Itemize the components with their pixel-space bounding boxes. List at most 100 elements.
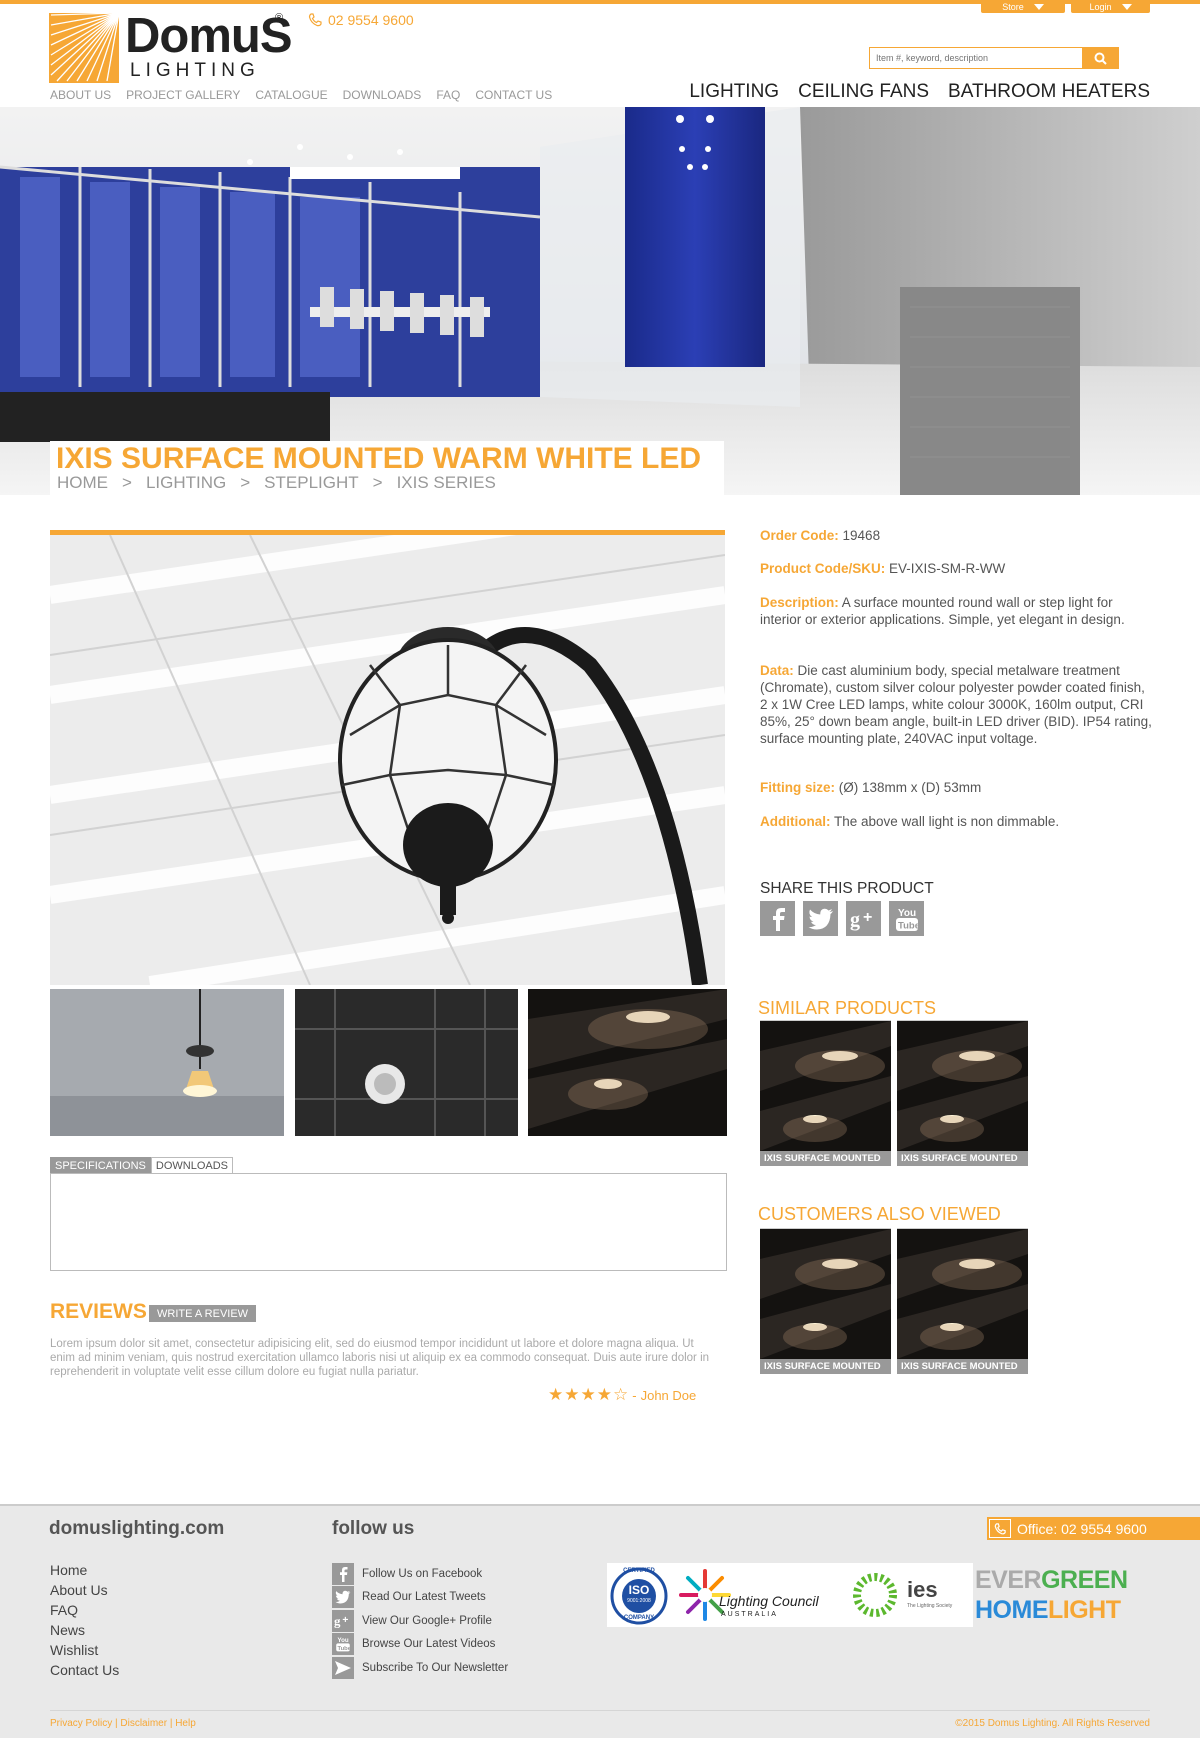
store-label: Store bbox=[1002, 1, 1024, 12]
footer-link-wishlist[interactable]: Wishlist bbox=[50, 1640, 119, 1660]
tab-specifications[interactable]: SPECIFICATIONS bbox=[50, 1157, 151, 1174]
main-nav: LIGHTING CEILING FANS BATHROOM HEATERS bbox=[689, 81, 1150, 103]
also-viewed-product-card[interactable]: IXIS SURFACE MOUNTED bbox=[897, 1228, 1028, 1374]
partner-logos: CERTIFIED ISO 9001:2008 COMPANY Lighting… bbox=[607, 1563, 973, 1627]
breadcrumb-home[interactable]: HOME bbox=[57, 473, 108, 493]
footer-link-news[interactable]: News bbox=[50, 1620, 119, 1640]
follow-twitter[interactable]: Read Our Latest Tweets bbox=[332, 1586, 508, 1610]
breadcrumb-lighting[interactable]: LIGHTING bbox=[146, 473, 226, 493]
nav-faq[interactable]: FAQ bbox=[436, 88, 460, 102]
additional-value: The above wall light is non dimmable. bbox=[834, 814, 1060, 829]
nav-ceiling-fans[interactable]: CEILING FANS bbox=[798, 81, 929, 103]
youtube-icon: You Tube bbox=[332, 1633, 354, 1656]
follow-label: Read Our Latest Tweets bbox=[362, 1591, 486, 1604]
footer-link-contact-us[interactable]: Contact Us bbox=[50, 1660, 119, 1680]
customers-also-viewed-heading: CUSTOMERS ALSO VIEWED bbox=[758, 1204, 1001, 1224]
dropdown-arrow-icon bbox=[1033, 3, 1044, 10]
breadcrumb-separator: > bbox=[122, 473, 132, 492]
facebook-icon[interactable] bbox=[760, 901, 795, 936]
phone-number: 02 9554 9600 bbox=[328, 12, 414, 28]
office-phone[interactable]: Office: 02 9554 9600 bbox=[987, 1517, 1200, 1540]
login-dropdown[interactable]: Login bbox=[1071, 0, 1150, 13]
follow-label: View Our Google+ Profile bbox=[362, 1614, 492, 1627]
iso-number: 9001:2008 bbox=[627, 1598, 651, 1604]
footer-link-about-us[interactable]: About Us bbox=[50, 1580, 119, 1600]
description: Description: A surface mounted round wal… bbox=[760, 594, 1155, 628]
review-rating: ★ ★ ★ ★ ☆ - John Doe bbox=[548, 1385, 696, 1405]
nav-lighting[interactable]: LIGHTING bbox=[689, 81, 779, 103]
sku-value: EV-IXIS-SM-R-WW bbox=[889, 561, 1006, 576]
breadcrumb-steplight[interactable]: STEPLIGHT bbox=[264, 473, 358, 493]
homelight-part-2: LIGHT bbox=[1048, 1596, 1121, 1624]
product-thumbnail bbox=[897, 1229, 1028, 1374]
footer-divider bbox=[50, 1710, 1150, 1711]
description-label: Description: bbox=[760, 595, 839, 610]
logo[interactable]: DomuS ® LIGHTING bbox=[49, 9, 292, 83]
main-product-image[interactable] bbox=[50, 530, 725, 985]
breadcrumb-separator: > bbox=[240, 473, 251, 492]
ies-sub: The Lighting Society bbox=[907, 1603, 953, 1609]
footer-link-faq[interactable]: FAQ bbox=[50, 1600, 119, 1620]
additional: Additional: The above wall light is non … bbox=[760, 813, 1155, 830]
breadcrumb-ixis-series[interactable]: IXIS SERIES bbox=[397, 473, 496, 493]
copyright: ©2015 Domus Lighting. All Rights Reserve… bbox=[955, 1718, 1150, 1729]
phone-icon bbox=[989, 1519, 1011, 1538]
similar-product-card[interactable]: IXIS SURFACE MOUNTED bbox=[897, 1020, 1028, 1166]
legal-links[interactable]: Privacy Policy | Disclaimer | Help bbox=[50, 1718, 196, 1729]
thumbnail-2[interactable] bbox=[295, 989, 518, 1136]
follow-label: Follow Us on Facebook bbox=[362, 1567, 483, 1580]
product-caption: IXIS SURFACE MOUNTED bbox=[760, 1359, 891, 1374]
nav-catalogue[interactable]: CATALOGUE bbox=[255, 88, 327, 102]
reviews-heading: REVIEWS bbox=[50, 1300, 147, 1323]
thumbnail-1[interactable] bbox=[50, 989, 284, 1136]
store-dropdown[interactable]: Store bbox=[981, 0, 1065, 13]
footer-link-home[interactable]: Home bbox=[50, 1560, 119, 1580]
follow-links: Follow Us on Facebook Read Our Latest Tw… bbox=[332, 1562, 508, 1680]
homelight-logo: HOMELIGHT bbox=[975, 1596, 1121, 1625]
thumbnail-3[interactable] bbox=[528, 989, 727, 1136]
order-code-label: Order Code: bbox=[760, 528, 839, 543]
review-separator: - bbox=[632, 1387, 637, 1403]
svg-text:+: + bbox=[863, 909, 872, 926]
ies-logo: ies The Lighting Society bbox=[847, 1563, 967, 1627]
login-label: Login bbox=[1089, 1, 1112, 12]
similar-product-card[interactable]: IXIS SURFACE MOUNTED bbox=[760, 1020, 891, 1166]
nav-project-gallery[interactable]: PROJECT GALLERY bbox=[126, 88, 240, 102]
follow-facebook[interactable]: Follow Us on Facebook bbox=[332, 1562, 508, 1586]
iso-top-text: CERTIFIED bbox=[623, 1568, 655, 1574]
nav-contact-us[interactable]: CONTACT US bbox=[475, 88, 552, 102]
fitting-size: Fitting size: (Ø) 138mm x (D) 53mm bbox=[760, 779, 1155, 796]
product-caption: IXIS SURFACE MOUNTED bbox=[897, 1151, 1028, 1166]
search-button[interactable] bbox=[1082, 48, 1118, 68]
header-phone[interactable]: 02 9554 9600 bbox=[308, 12, 414, 28]
nav-about-us[interactable]: ABOUT US bbox=[50, 88, 111, 102]
also-viewed-product-card[interactable]: IXIS SURFACE MOUNTED bbox=[760, 1228, 891, 1374]
nav-bathroom-heaters[interactable]: BATHROOM HEATERS bbox=[948, 81, 1150, 103]
twitter-icon[interactable] bbox=[803, 901, 838, 936]
follow-google-plus[interactable]: g + View Our Google+ Profile bbox=[332, 1609, 508, 1633]
write-review-button[interactable]: WRITE A REVIEW bbox=[149, 1305, 257, 1322]
follow-newsletter[interactable]: Subscribe To Our Newsletter bbox=[332, 1656, 508, 1680]
follow-youtube[interactable]: You Tube Browse Our Latest Videos bbox=[332, 1633, 508, 1657]
svg-text:Tube: Tube bbox=[337, 1646, 351, 1652]
share-heading: SHARE THIS PRODUCT bbox=[760, 880, 934, 897]
star-filled-icon: ★ bbox=[548, 1385, 564, 1404]
product-data: Data: Die cast aluminium body, special m… bbox=[760, 662, 1155, 747]
page-title: IXIS SURFACE MOUNTED WARM WHITE LED bbox=[56, 442, 701, 475]
star-empty-icon: ☆ bbox=[613, 1385, 629, 1404]
youtube-icon[interactable]: You Tube bbox=[889, 901, 924, 936]
search-input[interactable] bbox=[870, 48, 1082, 68]
nav-downloads[interactable]: DOWNLOADS bbox=[343, 88, 422, 102]
follow-label: Subscribe To Our Newsletter bbox=[362, 1661, 509, 1674]
iso-text: ISO bbox=[628, 1583, 650, 1597]
facebook-icon bbox=[332, 1562, 354, 1585]
star-filled-icon: ★ bbox=[596, 1385, 612, 1404]
svg-text:+: + bbox=[342, 1615, 348, 1626]
follow-heading: follow us bbox=[332, 1518, 415, 1539]
fitting-label: Fitting size: bbox=[760, 780, 835, 795]
svg-text:Tube: Tube bbox=[898, 920, 920, 931]
phone-icon bbox=[308, 13, 322, 27]
order-code: Order Code: 19468 bbox=[760, 527, 1155, 544]
tab-downloads[interactable]: DOWNLOADS bbox=[150, 1157, 233, 1174]
google-plus-icon[interactable]: g + bbox=[846, 901, 881, 936]
